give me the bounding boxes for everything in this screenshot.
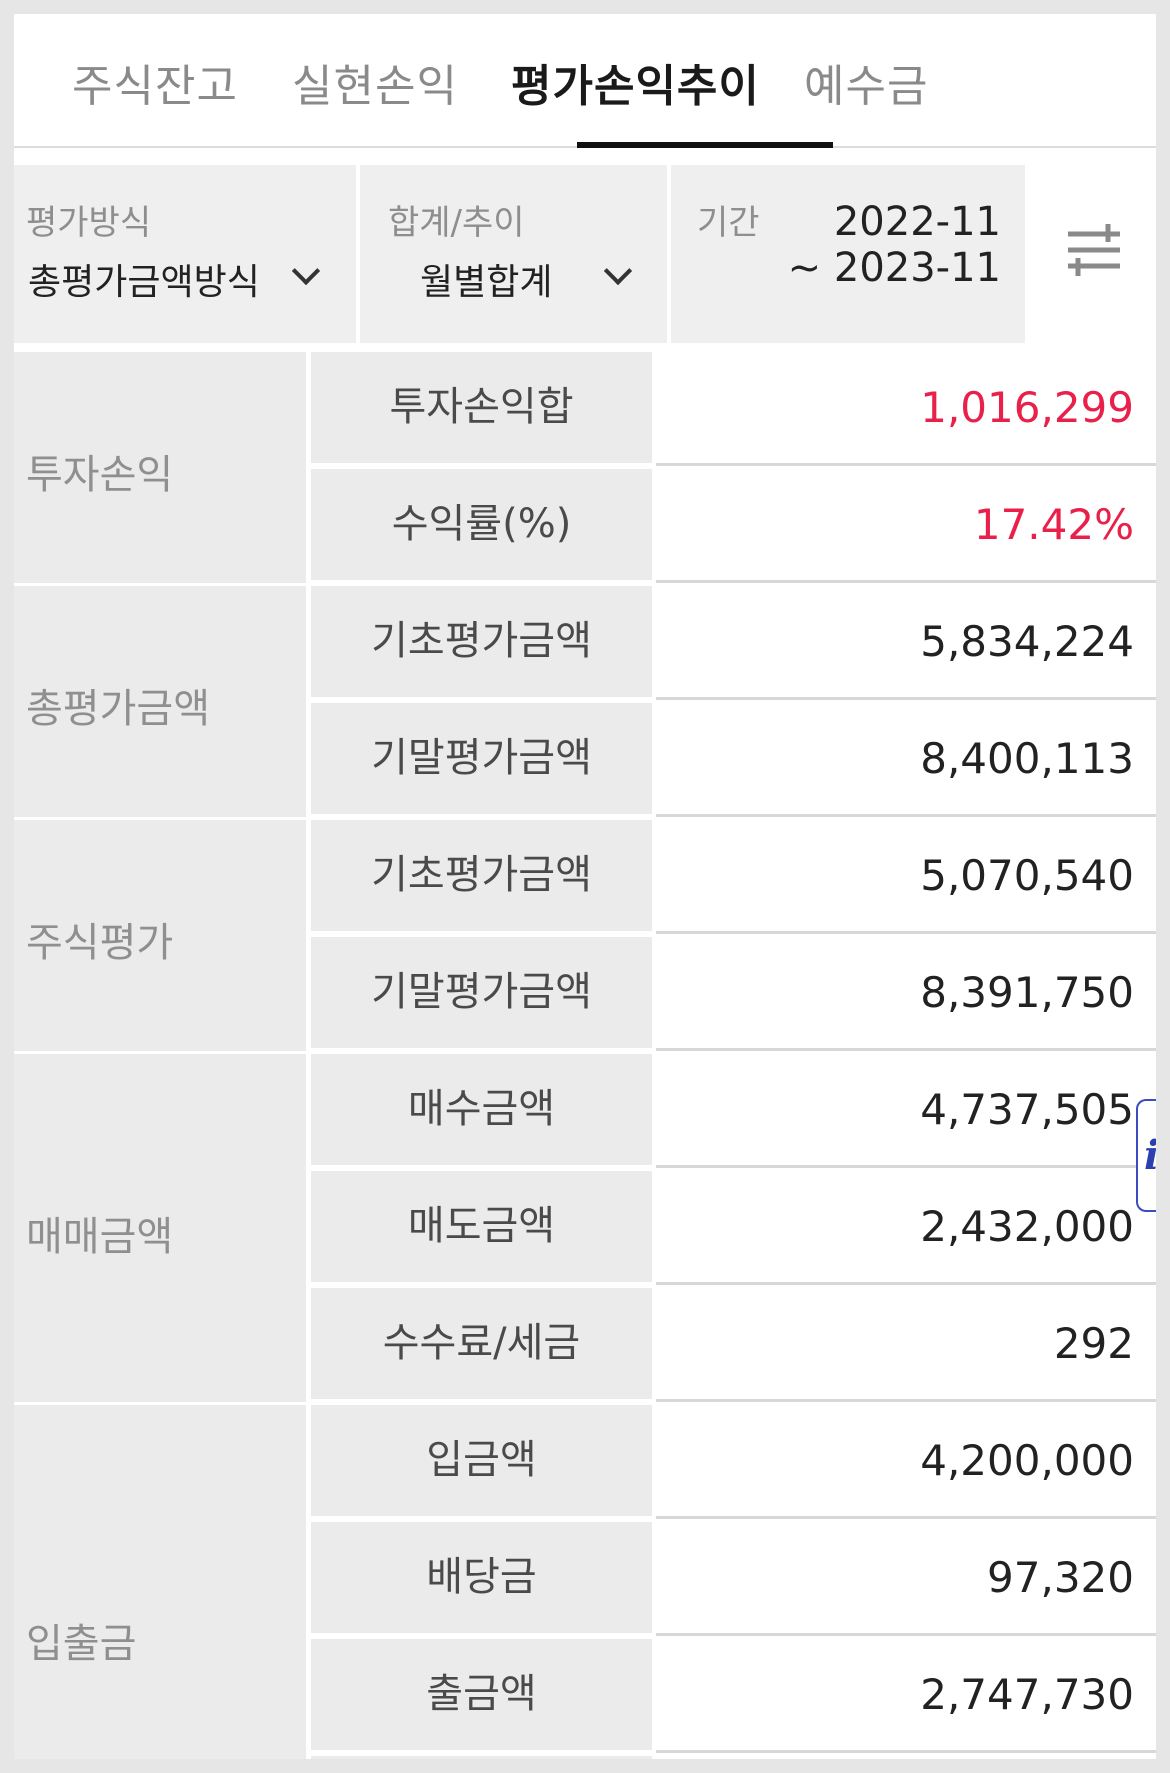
info-icon[interactable]: i <box>1136 1099 1156 1212</box>
group-deposit-withdrawal: 입출금 <box>14 1405 306 1759</box>
filter-bar: 평가방식 총평가금액방식 합계/추이 월별합계 기간 2022-11 ~ 202… <box>14 165 1156 343</box>
period-label: 기간 <box>697 203 760 243</box>
group-label: 투자손익 <box>26 452 174 498</box>
row-label: 수익률(%) <box>311 469 652 583</box>
group-total-valuation: 총평가금액 <box>14 586 306 820</box>
group-label: 주식평가 <box>26 920 174 966</box>
row-value: 5,834,224 <box>656 586 1156 700</box>
tab-stock-balance[interactable]: 주식잔고 <box>72 50 238 114</box>
chevron-down-icon <box>291 256 321 286</box>
summary-value: 월별합계 <box>420 262 553 303</box>
row-value: 8,391,750 <box>656 937 1156 1051</box>
row-label-partial <box>311 1756 652 1759</box>
row-value: 2,432,000 <box>656 1171 1156 1285</box>
row-value: 17.42% <box>656 469 1156 583</box>
tab-valuation-trend[interactable]: 평가손익추이 <box>511 50 760 114</box>
row-value: 97,320 <box>656 1522 1156 1636</box>
row-label: 배당금 <box>311 1522 652 1636</box>
method-value: 총평가금액방식 <box>28 262 260 303</box>
row-label: 출금액 <box>311 1639 652 1753</box>
method-label: 평가방식 <box>26 203 152 243</box>
row-label: 수수료/세금 <box>311 1288 652 1402</box>
tab-deposit[interactable]: 예수금 <box>804 50 928 114</box>
row-label: 매수금액 <box>311 1054 652 1168</box>
row-value: 2,747,730 <box>656 1639 1156 1753</box>
group-label: 총평가금액 <box>26 686 210 732</box>
row-value: 292 <box>656 1288 1156 1402</box>
summary-label: 합계/추이 <box>388 203 525 243</box>
group-stock-valuation: 주식평가 <box>14 820 306 1054</box>
app-card: 주식잔고 실현손익 평가손익추이 예수금 평가방식 총평가금액방식 합계/추이 … <box>14 14 1156 1759</box>
group-label: 입출금 <box>26 1621 137 1667</box>
row-value: 4,737,505 <box>656 1054 1156 1168</box>
row-value: 1,016,299 <box>656 352 1156 466</box>
row-label: 기말평가금액 <box>311 937 652 1051</box>
group-investment-pnl: 투자손익 <box>14 352 306 586</box>
row-label: 투자손익합 <box>311 352 652 466</box>
summary-select[interactable]: 합계/추이 월별합계 <box>360 165 667 343</box>
row-value: 8,400,113 <box>656 703 1156 817</box>
sliders-icon[interactable] <box>1064 220 1124 280</box>
row-label: 입금액 <box>311 1405 652 1519</box>
group-label: 매매금액 <box>26 1214 174 1260</box>
period-select[interactable]: 기간 2022-11 ~ 2023-11 <box>671 165 1025 343</box>
group-trade-amount: 매매금액 <box>14 1054 306 1405</box>
row-label: 기말평가금액 <box>311 703 652 817</box>
active-tab-indicator <box>577 142 833 148</box>
period-end: ~ 2023-11 <box>787 245 1001 291</box>
row-value: 5,070,540 <box>656 820 1156 934</box>
chevron-down-icon <box>603 256 633 286</box>
row-label: 매도금액 <box>311 1171 652 1285</box>
tab-bar: 주식잔고 실현손익 평가손익추이 예수금 <box>14 14 1156 148</box>
tab-realized-pnl[interactable]: 실현손익 <box>292 50 458 114</box>
row-value: 4,200,000 <box>656 1405 1156 1519</box>
method-select[interactable]: 평가방식 총평가금액방식 <box>14 165 356 343</box>
row-label: 기초평가금액 <box>311 586 652 700</box>
row-label: 기초평가금액 <box>311 820 652 934</box>
period-start: 2022-11 <box>833 199 1001 245</box>
